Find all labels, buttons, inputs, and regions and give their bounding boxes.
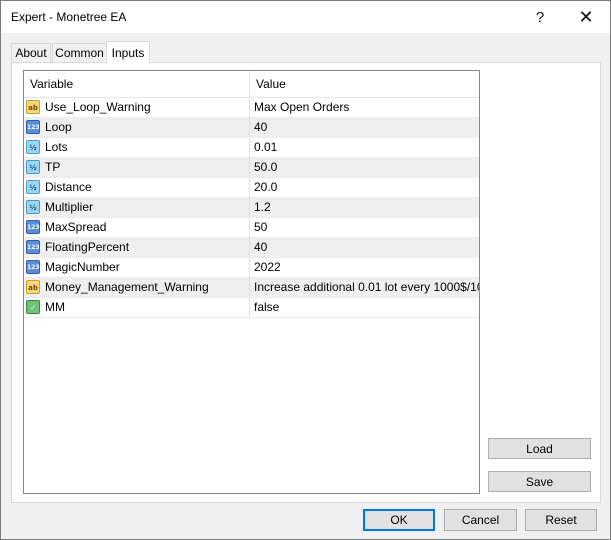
value-cell[interactable]: false xyxy=(250,298,479,317)
variable-name: MM xyxy=(45,300,65,314)
grid-header: Variable Value xyxy=(24,71,479,98)
value-cell[interactable]: 50.0 xyxy=(250,158,479,177)
inputs-panel: Variable Value ab Use_Loop_Warning Max Ope… xyxy=(11,62,601,503)
boolean-type-icon: ✓ xyxy=(26,300,40,314)
table-row[interactable]: ab Money_Management_Warning Increase addit… xyxy=(24,278,479,298)
table-row[interactable]: 123 Loop 40 xyxy=(24,118,479,138)
variable-cell[interactable]: ½ TP xyxy=(24,158,250,177)
variable-name: Distance xyxy=(45,180,92,194)
value-cell[interactable]: Max Open Orders xyxy=(250,98,479,117)
integer-type-icon: 123 xyxy=(26,220,40,234)
variable-name: FloatingPercent xyxy=(45,240,130,254)
table-row[interactable]: ½ TP 50.0 xyxy=(24,158,479,178)
value-cell[interactable]: 40 xyxy=(250,118,479,137)
load-button[interactable]: Load xyxy=(488,438,591,459)
variable-cell[interactable]: 123 Loop xyxy=(24,118,250,137)
column-header-value[interactable]: Value xyxy=(250,71,479,97)
table-row[interactable]: ½ Multiplier 1.2 xyxy=(24,198,479,218)
tab-inputs[interactable]: Inputs xyxy=(106,41,150,63)
inputs-grid: Variable Value ab Use_Loop_Warning Max Ope… xyxy=(23,70,480,494)
double-type-icon: ½ xyxy=(26,180,40,194)
string-type-icon: ab xyxy=(26,280,40,294)
variable-cell[interactable]: 123 MaxSpread xyxy=(24,218,250,237)
tab-common[interactable]: Common xyxy=(52,43,107,62)
variable-name: Use_Loop_Warning xyxy=(45,100,151,114)
column-header-variable[interactable]: Variable xyxy=(24,71,250,97)
table-row[interactable]: 123 FloatingPercent 40 xyxy=(24,238,479,258)
variable-name: Loop xyxy=(45,120,72,134)
table-row[interactable]: 123 MaxSpread 50 xyxy=(24,218,479,238)
reset-button[interactable]: Reset xyxy=(525,509,597,531)
variable-cell[interactable]: ½ Multiplier xyxy=(24,198,250,217)
variable-cell[interactable]: ½ Distance xyxy=(24,178,250,197)
value-cell[interactable]: 0.01 xyxy=(250,138,479,157)
integer-type-icon: 123 xyxy=(26,260,40,274)
tab-about[interactable]: About xyxy=(11,43,51,62)
variable-cell[interactable]: ✓ MM xyxy=(24,298,250,317)
variable-name: MagicNumber xyxy=(45,260,120,274)
value-cell[interactable]: 50 xyxy=(250,218,479,237)
table-row[interactable]: ab Use_Loop_Warning Max Open Orders xyxy=(24,98,479,118)
variable-cell[interactable]: 123 FloatingPercent xyxy=(24,238,250,257)
expert-dialog: Expert - Monetree EA ? ✕ About Common In… xyxy=(0,0,611,540)
title-bar: Expert - Monetree EA ? ✕ xyxy=(1,1,610,33)
variable-cell[interactable]: ½ Lots xyxy=(24,138,250,157)
variable-name: TP xyxy=(45,160,61,174)
help-icon[interactable]: ? xyxy=(517,1,563,33)
variable-name: Money_Management_Warning xyxy=(45,280,209,294)
variable-name: Multiplier xyxy=(45,200,94,214)
close-icon[interactable]: ✕ xyxy=(563,1,609,33)
variable-cell[interactable]: ab Use_Loop_Warning xyxy=(24,98,250,117)
integer-type-icon: 123 xyxy=(26,240,40,254)
double-type-icon: ½ xyxy=(26,200,40,214)
string-type-icon: ab xyxy=(26,100,40,114)
table-row[interactable]: ✓ MM false xyxy=(24,298,479,318)
cancel-button[interactable]: Cancel xyxy=(444,509,517,531)
table-row[interactable]: ½ Distance 20.0 xyxy=(24,178,479,198)
variable-name: Lots xyxy=(45,140,68,154)
value-cell[interactable]: Increase additional 0.01 lot every 1000$… xyxy=(250,278,479,297)
table-row[interactable]: 123 MagicNumber 2022 xyxy=(24,258,479,278)
value-cell[interactable]: 40 xyxy=(250,238,479,257)
value-cell[interactable]: 2022 xyxy=(250,258,479,277)
ok-button[interactable]: OK xyxy=(363,509,435,531)
double-type-icon: ½ xyxy=(26,160,40,174)
variable-name: MaxSpread xyxy=(45,220,107,234)
save-button[interactable]: Save xyxy=(488,471,591,492)
value-cell[interactable]: 20.0 xyxy=(250,178,479,197)
variable-cell[interactable]: 123 MagicNumber xyxy=(24,258,250,277)
window-title: Expert - Monetree EA xyxy=(11,10,127,24)
variable-cell[interactable]: ab Money_Management_Warning xyxy=(24,278,250,297)
value-cell[interactable]: 1.2 xyxy=(250,198,479,217)
table-row[interactable]: ½ Lots 0.01 xyxy=(24,138,479,158)
integer-type-icon: 123 xyxy=(26,120,40,134)
double-type-icon: ½ xyxy=(26,140,40,154)
